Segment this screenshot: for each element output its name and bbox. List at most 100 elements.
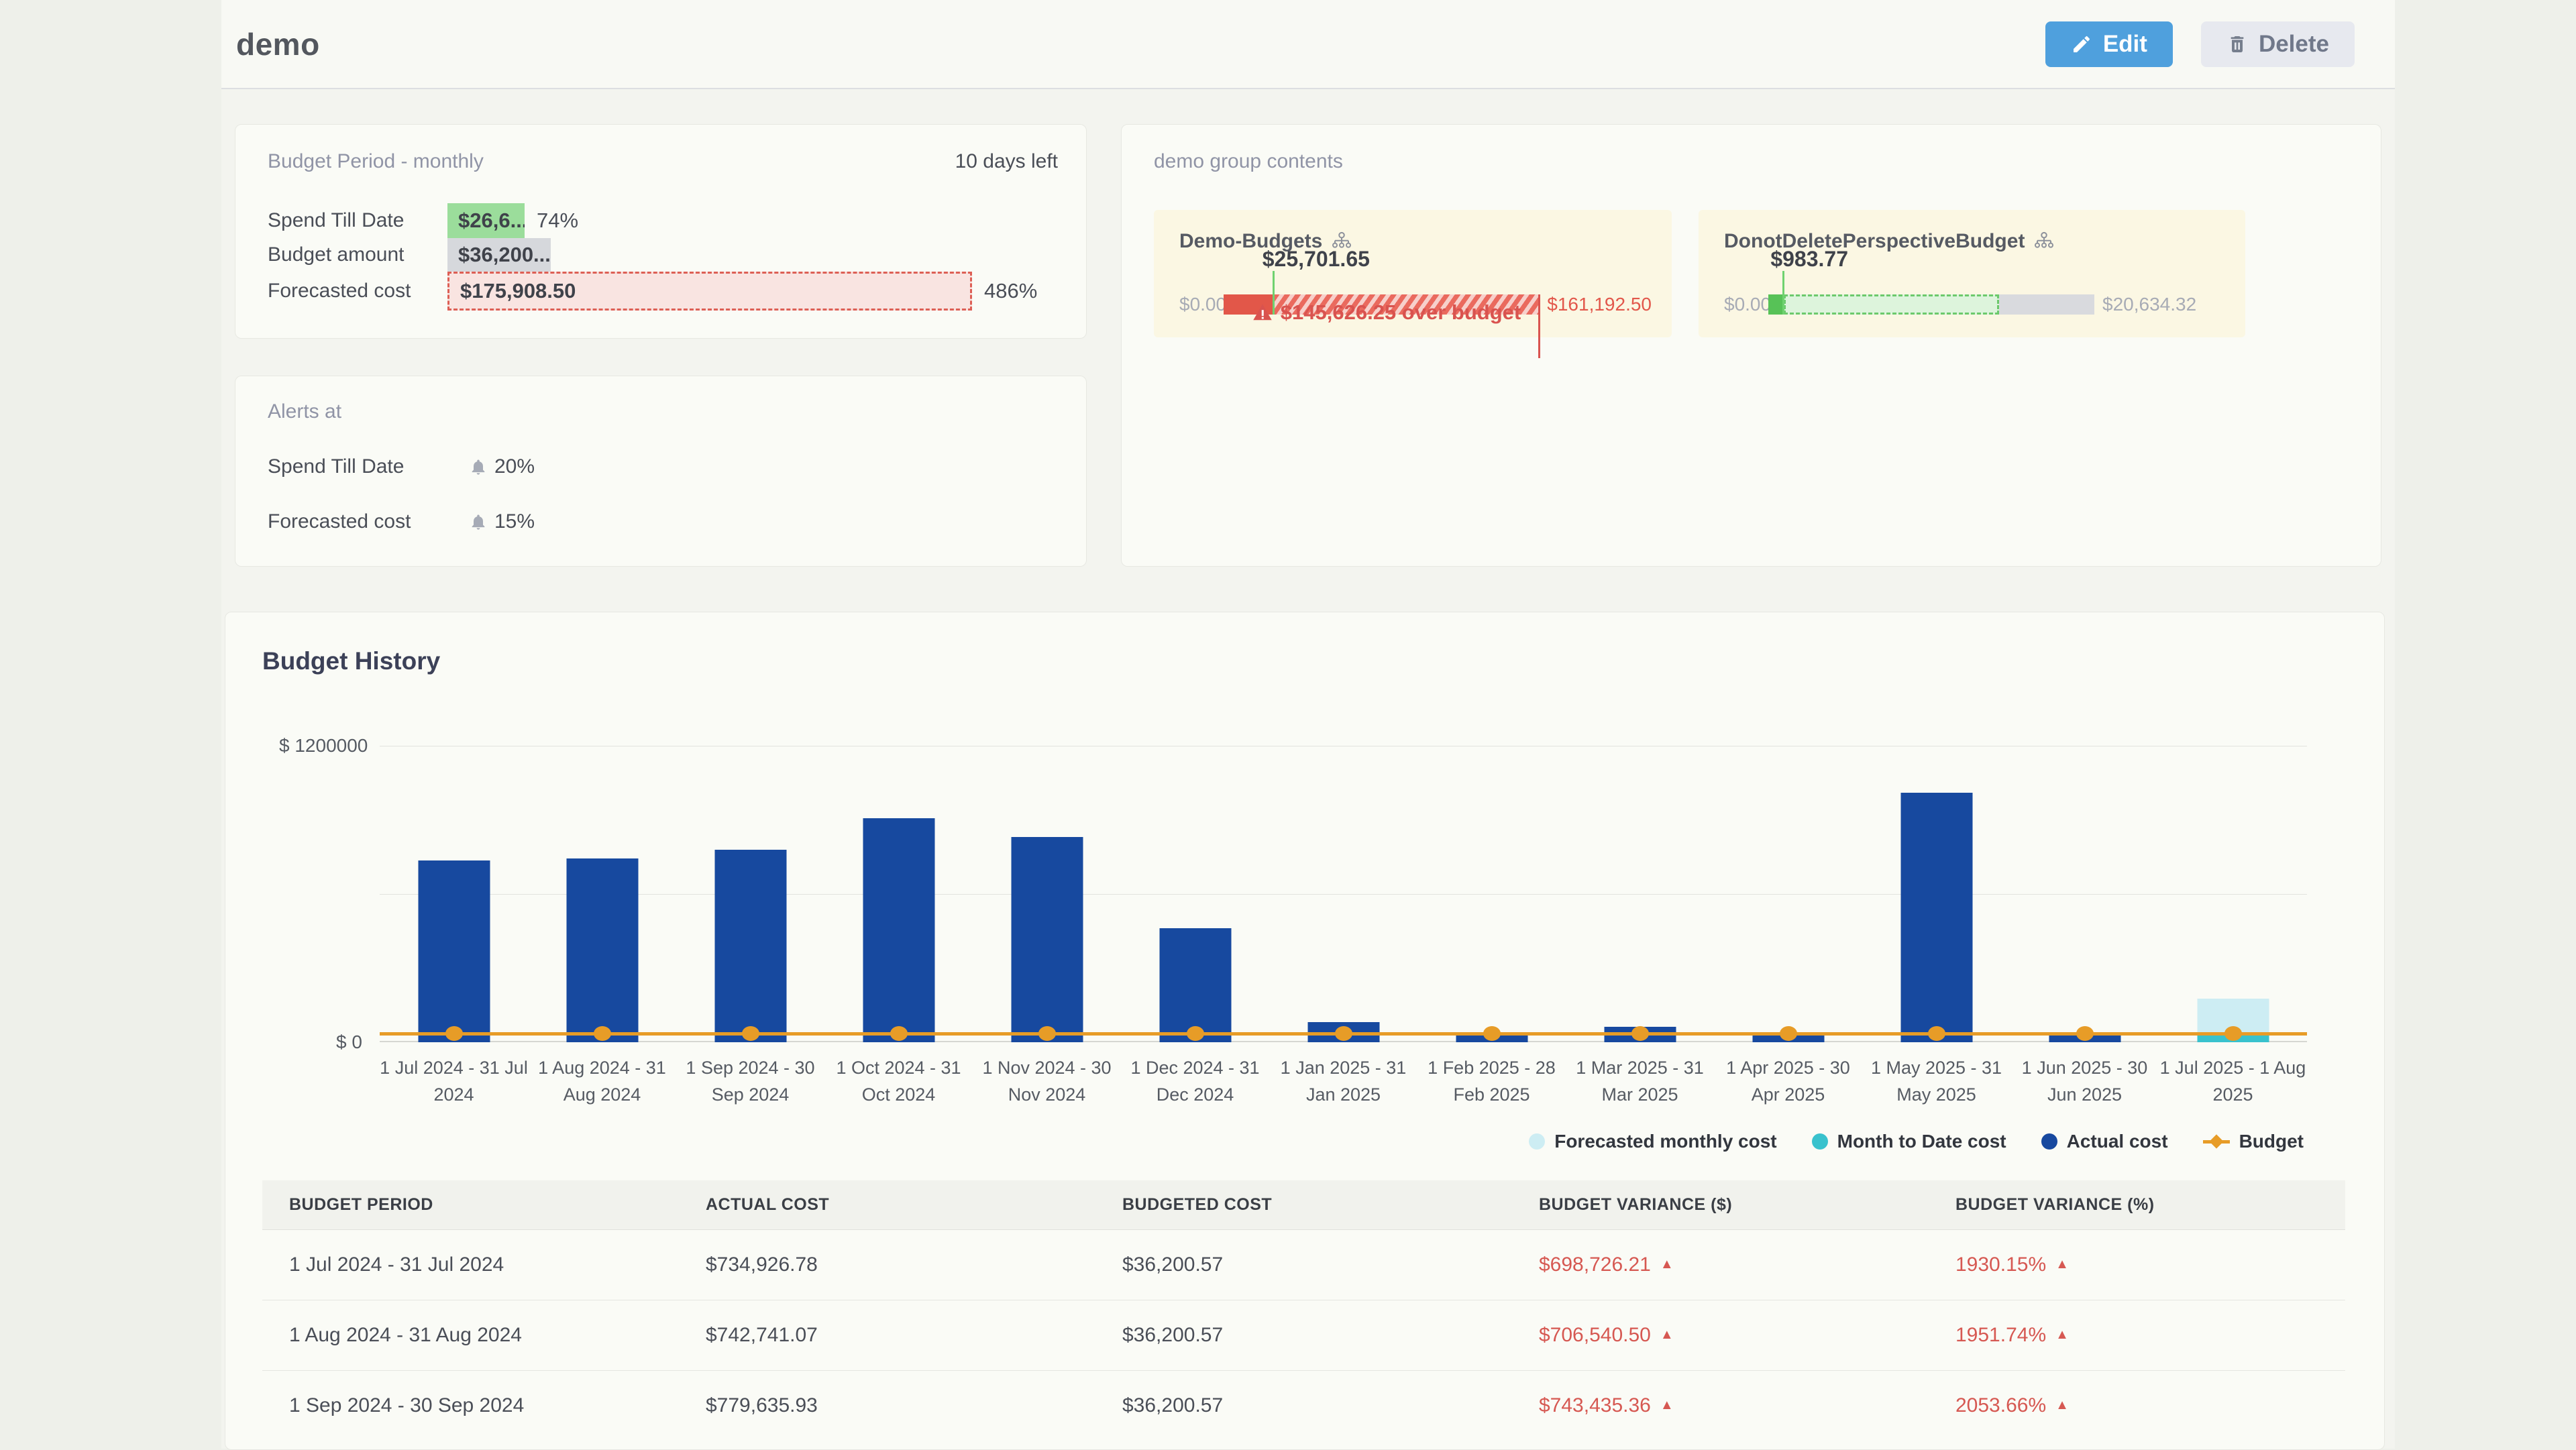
budget-marker[interactable]: [1187, 1026, 1204, 1041]
bar-actual-cost[interactable]: [1900, 793, 1972, 1042]
x-axis-label: 1 Dec 2024 - 31 Dec 2024: [1121, 1054, 1269, 1108]
budget-marker[interactable]: [1631, 1026, 1649, 1041]
chart-legend: Forecasted monthly cost Month to Date cos…: [225, 1131, 2304, 1152]
tile-1-progress-bar[interactable]: [1768, 294, 2094, 315]
legend-item-month-to-date-cost[interactable]: Month to Date cost: [1812, 1131, 2006, 1152]
chart-category: [824, 746, 973, 1042]
tile-0-over-budget-note: $145,626.25 over budget: [1281, 300, 1521, 325]
page: demo Edit Delete Budget Period - monthly…: [221, 0, 2395, 1449]
x-axis-label: 1 Mar 2025 - 31 Mar 2025: [1566, 1054, 1714, 1108]
legend-item-forecasted-monthly-cost[interactable]: Forecasted monthly cost: [1529, 1131, 1776, 1152]
forecasted-cost-box[interactable]: $175,908.50: [447, 272, 972, 311]
budget-history-title: Budget History: [262, 647, 2384, 675]
bar-actual-cost[interactable]: [714, 850, 786, 1042]
budget-period-card: Budget Period - monthly 10 days left Spe…: [235, 124, 1087, 339]
bar-actual-cost[interactable]: [1011, 837, 1083, 1042]
spend-till-date-row: Spend Till Date $26,6... 74%: [268, 203, 1058, 238]
x-axis-label: 1 May 2025 - 31 May 2025: [1862, 1054, 2010, 1108]
alert-row-forecast: Forecasted cost 15%: [268, 510, 1058, 533]
budget-tile-0-name[interactable]: Demo-Budgets: [1179, 230, 1652, 253]
chart-category: [1269, 746, 1417, 1042]
chart-category: [2010, 746, 2159, 1042]
budget-marker[interactable]: [1928, 1026, 1945, 1041]
tile-1-min: $0.00: [1724, 294, 1768, 315]
table-row: 1 Jul 2024 - 31 Jul 2024$734,926.78$36,2…: [262, 1230, 2345, 1300]
cell-actual-cost: $734,926.78: [679, 1230, 1095, 1300]
legend-swatch: [1529, 1133, 1545, 1150]
table-row: 1 Sep 2024 - 30 Sep 2024$779,635.93$36,2…: [262, 1371, 2345, 1441]
budget-marker[interactable]: [1335, 1026, 1352, 1041]
table-row: 1 Aug 2024 - 31 Aug 2024$742,741.07$36,2…: [262, 1300, 2345, 1371]
x-axis-label: 1 Nov 2024 - 30 Nov 2024: [973, 1054, 1121, 1108]
budget-amount-row: Budget amount $36,200....: [268, 238, 1058, 272]
chart-plot-area: [380, 746, 2307, 1042]
bar-actual-cost[interactable]: [863, 818, 934, 1042]
trend-up-icon: ▲: [1660, 1257, 1674, 1272]
tile-0-min: $0.00: [1179, 294, 1224, 315]
budget-marker[interactable]: [1780, 1026, 1797, 1041]
chart-category: [380, 746, 528, 1042]
budget-marker[interactable]: [594, 1026, 611, 1041]
variance-value: $743,435.36: [1539, 1394, 1651, 1416]
edit-button-label: Edit: [2103, 31, 2147, 58]
column-header: BUDGET VARIANCE (%): [1929, 1180, 2345, 1230]
legend-swatch: [1812, 1133, 1828, 1150]
column-header: BUDGET PERIOD: [262, 1180, 679, 1230]
legend-label: Forecasted monthly cost: [1554, 1131, 1776, 1152]
cell-budgeted-cost: $36,200.57: [1095, 1300, 1512, 1371]
spend-till-date-label: Spend Till Date: [268, 209, 447, 232]
edit-button[interactable]: Edit: [2045, 21, 2173, 67]
cell-budget-variance-usd: $698,726.21 ▲: [1512, 1230, 1929, 1300]
spend-till-date-percent: 74%: [537, 209, 578, 233]
spend-till-date-chip[interactable]: $26,6...: [447, 203, 525, 238]
budget-marker[interactable]: [890, 1026, 908, 1041]
delete-button[interactable]: Delete: [2201, 21, 2355, 67]
x-axis-label: 1 Apr 2025 - 30 Apr 2025: [1714, 1054, 1862, 1108]
budget-marker[interactable]: [2224, 1026, 2242, 1041]
group-contents-title: demo group contents: [1154, 150, 1343, 172]
budget-marker[interactable]: [2076, 1026, 2094, 1041]
budget-history-card: Budget History $ 1200000 $ 0 1 Jul 2024 …: [225, 612, 2385, 1450]
alerts-card-title: Alerts at: [268, 400, 341, 423]
x-axis-label: 1 Jan 2025 - 31 Jan 2025: [1269, 1054, 1417, 1108]
days-left: 10 days left: [955, 150, 1058, 173]
budget-history-chart: $ 1200000 $ 0: [262, 746, 2307, 1042]
y-axis-tick-max: $ 1200000: [279, 735, 368, 757]
variance-value: 1951.74%: [1955, 1324, 2046, 1346]
variance-value: $698,726.21: [1539, 1253, 1651, 1276]
tile-0-spend-value: $25,701.65: [1263, 247, 1370, 272]
cell-budgeted-cost: $36,200.57: [1095, 1371, 1512, 1441]
legend-label: Actual cost: [2067, 1131, 2168, 1152]
column-header: ACTUAL COST: [679, 1180, 1095, 1230]
budget-marker[interactable]: [1483, 1026, 1501, 1041]
legend-item-actual-cost[interactable]: Actual cost: [2041, 1131, 2168, 1152]
legend-swatch: [2041, 1133, 2057, 1150]
cell-budget-variance-usd: $706,540.50▲: [1512, 1300, 1929, 1371]
bar-actual-cost[interactable]: [1159, 928, 1231, 1042]
chart-category: [1566, 746, 1714, 1042]
forecasted-cost-label: Forecasted cost: [268, 280, 447, 302]
alert-spend-value: 20%: [494, 455, 535, 478]
budget-tile-0: Demo-Budgets $25,701.65 $0.00: [1154, 210, 1672, 337]
alerts-card: Alerts at Spend Till Date 20% Forecasted…: [235, 376, 1087, 567]
cell-budget-period: 1 Sep 2024 - 30 Sep 2024: [262, 1371, 679, 1441]
chart-category: [1121, 746, 1269, 1042]
bar-actual-cost[interactable]: [566, 858, 638, 1042]
page-title: demo: [236, 26, 320, 62]
pencil-icon: [2071, 34, 2092, 55]
budget-marker[interactable]: [445, 1026, 463, 1041]
bar-actual-cost[interactable]: [418, 860, 490, 1042]
bell-icon: [469, 457, 488, 476]
page-header: demo Edit Delete: [221, 0, 2395, 89]
budget-history-table: BUDGET PERIODACTUAL COSTBUDGETED COSTBUD…: [262, 1180, 2345, 1441]
budget-amount-chip[interactable]: $36,200....: [447, 238, 551, 272]
budget-marker[interactable]: [742, 1026, 759, 1041]
legend-swatch: [2203, 1140, 2230, 1144]
variance-value: $706,540.50: [1539, 1324, 1651, 1346]
budget-marker[interactable]: [1038, 1026, 1056, 1041]
trend-up-icon: ▲: [1660, 1398, 1674, 1412]
legend-item-budget[interactable]: Budget: [2203, 1131, 2304, 1152]
column-header: BUDGET VARIANCE ($): [1512, 1180, 1929, 1230]
variance-value: 2053.66%: [1955, 1394, 2046, 1416]
trash-icon: [2226, 34, 2248, 55]
